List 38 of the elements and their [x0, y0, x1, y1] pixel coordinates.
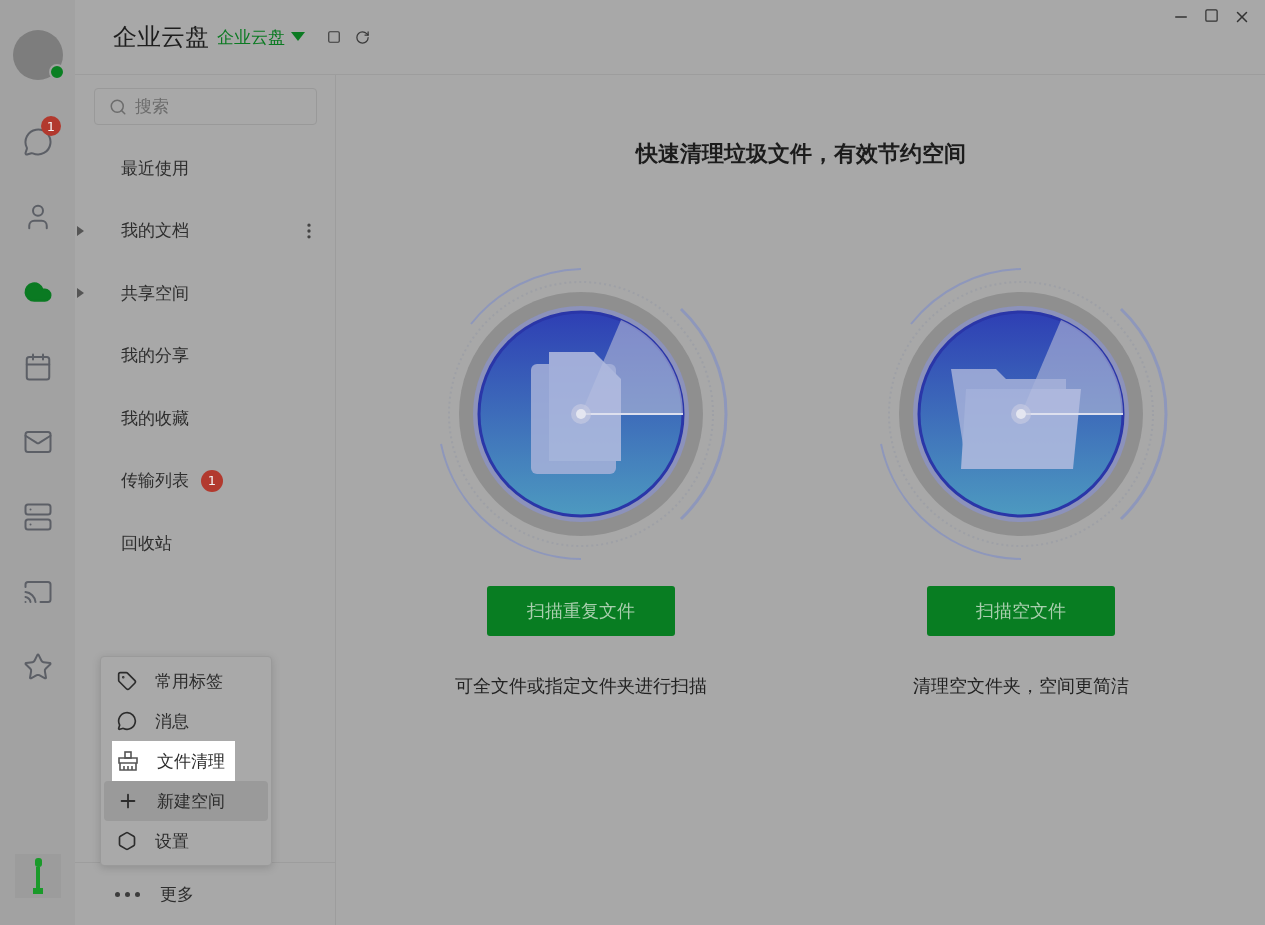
scan-button[interactable]: 扫描重复文件	[486, 586, 675, 636]
count-badge: 1	[201, 469, 223, 492]
app-title: 企业云盘	[113, 22, 209, 53]
sidebar-item[interactable]: 我的收藏	[75, 387, 335, 450]
menu-item[interactable]: 文件清理	[112, 741, 235, 781]
menu-item[interactable]: 常用标签	[104, 661, 268, 701]
sidebar-item[interactable]: 传输列表 1	[75, 449, 335, 512]
page-heading: 快速清理垃圾文件，有效节约空间	[635, 140, 966, 168]
figure-icon	[30, 858, 45, 894]
sidebar-item[interactable]: 最近使用	[75, 137, 335, 200]
unread-badge: 1	[41, 116, 61, 136]
popout-icon[interactable]	[327, 30, 341, 44]
brush-icon	[117, 751, 139, 771]
mascot-thumbnail[interactable]	[14, 854, 61, 898]
maximize-icon[interactable]	[1204, 8, 1219, 23]
search-placeholder: 搜索	[135, 95, 169, 118]
settings-icon	[117, 831, 137, 851]
sidebar-item[interactable]: 我的文档	[75, 199, 335, 262]
search-icon	[109, 97, 127, 116]
sidebar-item[interactable]: 回收站	[75, 512, 335, 575]
star-icon	[22, 651, 53, 682]
sidebar-item[interactable]: 共享空间	[75, 262, 335, 325]
server-icon	[22, 501, 53, 532]
more-dots-icon	[115, 891, 140, 897]
refresh-icon[interactable]	[355, 29, 370, 45]
menu-item[interactable]: 新建空间	[104, 781, 268, 821]
menu-item[interactable]: 设置	[104, 821, 268, 861]
scan-caption: 清理空文件夹，空间更简洁	[912, 674, 1129, 698]
scan-button[interactable]: 扫描空文件	[926, 586, 1115, 636]
sidebar-item[interactable]: 我的分享	[75, 324, 335, 387]
chat-nav-button[interactable]: 1	[0, 104, 75, 179]
more-link[interactable]: 更多	[160, 882, 194, 906]
user-avatar[interactable]	[12, 30, 63, 80]
tag-icon	[117, 671, 137, 691]
scan-caption: 可全文件或指定文件夹进行扫描	[454, 674, 707, 698]
message-icon	[117, 711, 137, 731]
dropdown-triangle-icon	[291, 32, 305, 42]
menu-item[interactable]: 消息	[104, 701, 268, 741]
